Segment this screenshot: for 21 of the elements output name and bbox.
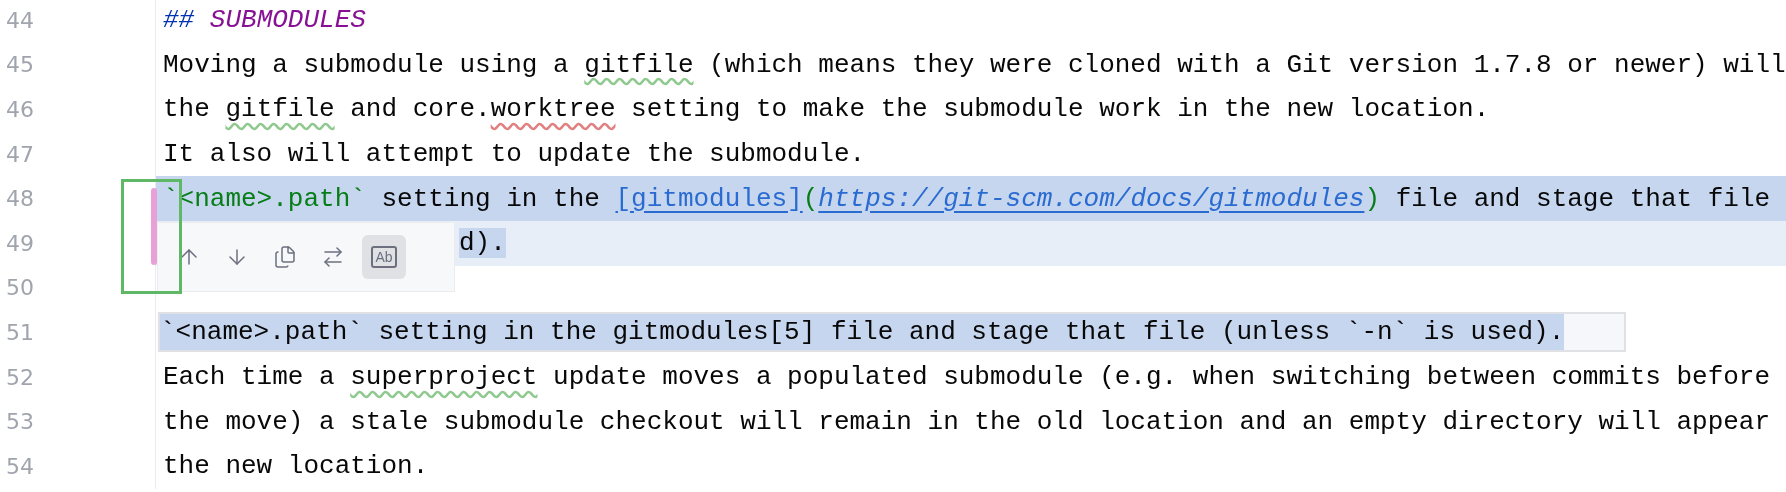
- line-number: 48: [6, 185, 34, 214]
- code-line: the new location.: [163, 450, 429, 484]
- line-number: 52: [6, 363, 34, 392]
- code-line: ## SUBMODULES: [163, 4, 366, 38]
- line-number: 54: [6, 452, 34, 481]
- code-line: It also will attempt to update the submodule.: [163, 138, 866, 172]
- line-number: 51: [6, 318, 34, 347]
- arrows-icon: [321, 245, 345, 269]
- code-line: the gitfile and core.worktree setting to make the submodule work in the new location.: [163, 93, 1490, 127]
- case-toggle[interactable]: Ab: [362, 235, 406, 279]
- line-number: 50: [6, 274, 34, 303]
- documents-icon: [273, 245, 297, 269]
- line-number: 45: [6, 51, 34, 80]
- line-number: 46: [6, 96, 34, 124]
- code-line: Moving a submodule using a gitfile (which means they were cloned with a Git version 1.7.8 or newer) will: [163, 48, 1786, 82]
- line-number: 44: [6, 6, 34, 35]
- code-line: Each time a superproject update moves a populated submodule (e.g. when switching between commits before: [163, 361, 1771, 395]
- line-number: 53: [6, 408, 34, 437]
- line-number: 49: [6, 229, 34, 258]
- code-line: the move) a stale submodule checkout will remain in the old location and an empty directory will appear: [163, 405, 1771, 439]
- line-number: 47: [6, 140, 34, 169]
